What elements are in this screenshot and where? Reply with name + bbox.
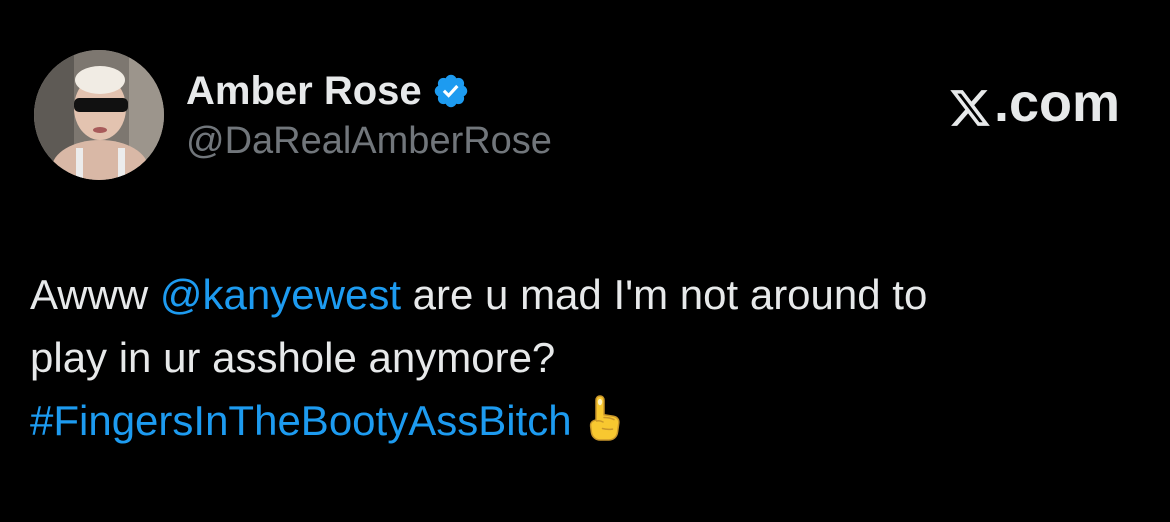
tweet-line-2: play in ur asshole anymore?	[30, 334, 556, 381]
user-handle[interactable]: @DaRealAmberRose	[186, 120, 552, 163]
tweet-text: Awww @kanyewest are u mad I'm not around…	[30, 263, 1140, 452]
tweet-line-1: Awww @kanyewest are u mad I'm not around…	[30, 263, 1140, 326]
avatar-image	[34, 50, 164, 180]
verified-badge-icon	[432, 72, 470, 110]
tweet-text-part: Awww	[30, 271, 160, 318]
name-row: Amber Rose	[186, 66, 552, 116]
tweet-author: Amber Rose @DaRealAmberRose	[186, 66, 552, 163]
avatar[interactable]	[34, 50, 164, 180]
tweet-text-part: are u mad I'm not around to	[401, 271, 928, 318]
mention-link[interactable]: @kanyewest	[160, 271, 401, 318]
pointing-up-hand-icon	[584, 393, 624, 443]
tweet-card: Amber Rose @DaRealAmberRose .com Awww @k…	[0, 0, 1170, 522]
site-brand: .com	[948, 72, 1120, 134]
tweet-line-3: #FingersInTheBootyAssBitch	[30, 389, 1140, 452]
site-brand-suffix: .com	[993, 73, 1120, 133]
hashtag-link[interactable]: #FingersInTheBootyAssBitch	[30, 397, 572, 444]
display-name[interactable]: Amber Rose	[186, 69, 422, 114]
x-logo-icon	[948, 81, 992, 126]
